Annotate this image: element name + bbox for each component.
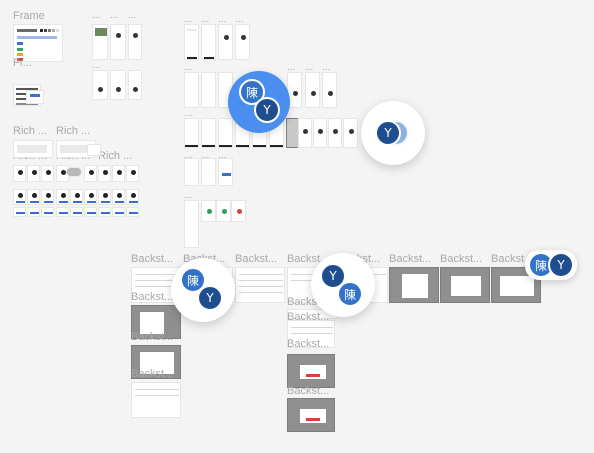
mobile-frame[interactable] [218,158,233,186]
collaborator-cursor: Y 陳 [311,253,375,317]
backstage-frame[interactable] [440,267,490,303]
rich-card[interactable] [41,207,54,217]
frame-small-card[interactable] [26,90,44,104]
backstage-label: Backst... [287,385,330,397]
mobile-frame[interactable] [92,24,108,60]
mobile-frame[interactable] [184,118,199,148]
collaborator-cursor: 陳 Y [525,250,577,280]
rich-label-2: Rich ... [56,125,91,137]
rich-frame-a[interactable] [13,140,53,158]
mobile-frame[interactable] [110,70,126,100]
rich-card[interactable] [98,207,111,217]
mobile-frame[interactable] [184,158,199,186]
rich-card[interactable] [41,189,54,205]
backstage-label: Backst... [235,253,278,265]
rich-card[interactable] [27,189,40,205]
rich-pill[interactable] [66,167,82,177]
mobile-frame[interactable] [298,118,312,148]
mobile-frame[interactable] [201,72,216,108]
backstage-frame[interactable] [235,267,285,303]
mobile-frame[interactable] [201,118,216,148]
rich-card[interactable] [13,165,26,182]
mobile-frame[interactable] [231,200,246,222]
mobile-frame[interactable] [322,72,337,108]
mobile-frame[interactable] [305,72,320,108]
rich-card[interactable] [13,189,26,205]
frame-short-label: Fr... [13,57,32,69]
avatar-y: Y [197,285,223,311]
frame-label: Frame [13,10,45,22]
rich-card[interactable] [126,189,139,205]
avatar-y: Y [254,97,280,123]
backstage-label: Backst... [287,338,330,350]
rich-card[interactable] [56,207,69,217]
rich-card[interactable] [13,207,26,217]
backstage-frame[interactable] [389,267,439,303]
backstage-label: Backst... [389,253,432,265]
rich-card[interactable] [70,189,83,205]
mobile-frame[interactable] [92,70,108,100]
rich-label-1: Rich ... [13,125,48,137]
mobile-frame[interactable] [201,158,216,186]
mobile-frame[interactable] [201,200,216,222]
ellipsis-label: ... [128,10,137,21]
ellipsis-label: ... [110,10,119,21]
mobile-frame[interactable] [343,118,358,148]
rich-card[interactable] [98,189,111,205]
rich-card[interactable] [112,207,125,217]
ellipsis-label: ... [92,10,101,21]
backstage-label: Backst... [131,253,174,265]
mobile-frame[interactable] [128,24,142,60]
rich-card[interactable] [112,165,125,182]
mobile-frame[interactable] [235,24,250,60]
rich-card[interactable] [84,207,97,217]
avatar-y: Y [375,120,401,146]
rich-frame-c[interactable] [87,144,101,156]
rich-label-5: Rich ... [98,150,133,162]
backstage-label: Backst... [131,331,174,343]
avatar-y: Y [548,252,574,278]
mobile-frame[interactable] [313,118,327,148]
mobile-frame[interactable] [218,24,233,60]
mobile-frame[interactable] [184,24,199,60]
rich-card[interactable] [27,165,40,182]
collaborator-cursor: 陳 Y [228,71,290,133]
rich-card[interactable] [126,165,139,182]
mobile-frame[interactable] [184,72,199,108]
collaborator-cursor: Y [361,101,425,165]
backstage-label: Backst... [131,368,174,380]
mobile-frame[interactable] [184,200,199,248]
rich-card[interactable] [84,165,97,182]
mobile-frame[interactable] [128,70,142,100]
backstage-label: Backst... [440,253,483,265]
mobile-frame[interactable] [218,118,233,148]
rich-card[interactable] [126,207,139,217]
backstage-frame[interactable] [287,398,335,432]
rich-card[interactable] [56,189,69,205]
avatar-chen: 陳 [337,281,363,307]
rich-card[interactable] [70,207,83,217]
rich-card[interactable] [112,189,125,205]
rich-card[interactable] [41,165,54,182]
rich-card[interactable] [27,207,40,217]
mobile-frame[interactable] [328,118,342,148]
mobile-frame[interactable] [216,200,231,222]
backstage-frame[interactable] [287,354,335,388]
backstage-label: Backst... [131,291,174,303]
mobile-frame[interactable] [201,24,216,60]
mobile-frame[interactable] [110,24,126,60]
rich-card[interactable] [98,165,111,182]
collaborator-cursor: 陳 Y [171,258,235,322]
rich-card[interactable] [84,189,97,205]
backstage-frame[interactable] [131,382,181,418]
